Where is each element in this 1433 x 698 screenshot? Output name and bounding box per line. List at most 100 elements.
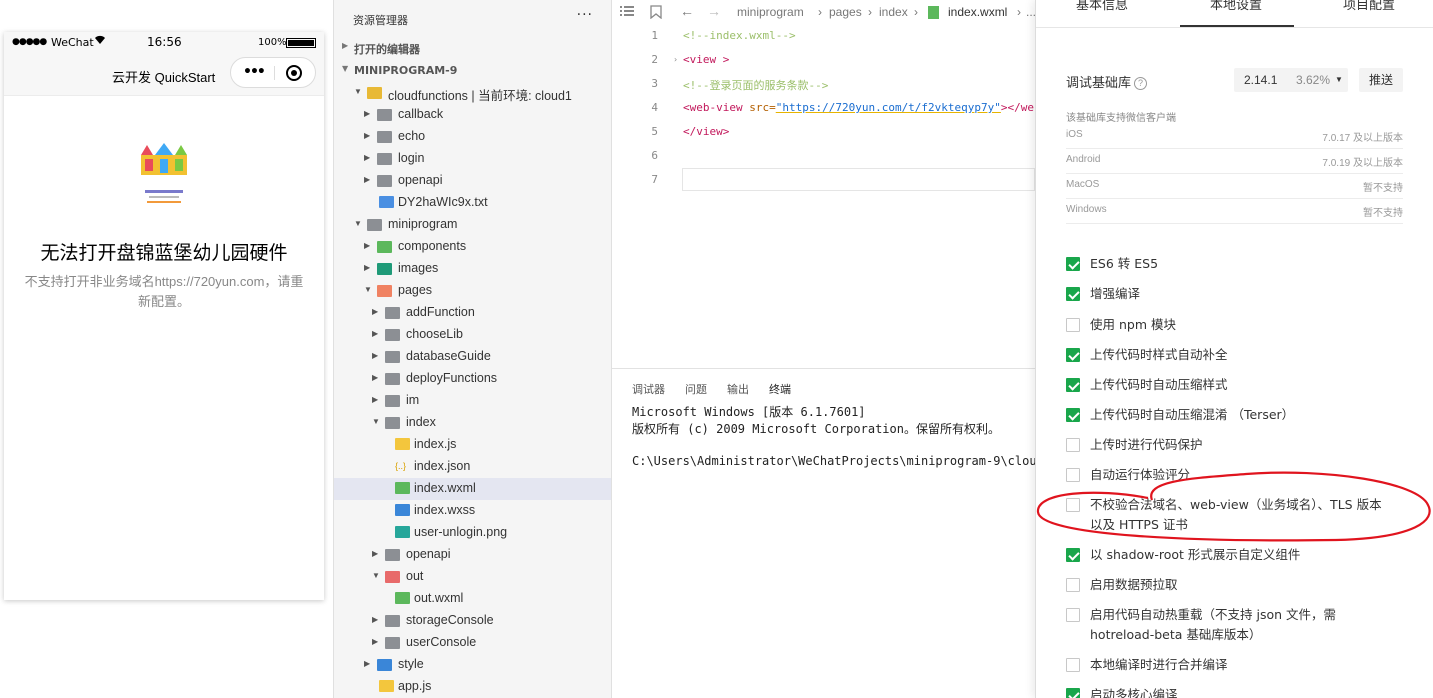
tree-folder[interactable]: ▶ databaseGuide bbox=[334, 346, 611, 368]
checkbox-checked[interactable] bbox=[1066, 688, 1080, 698]
breadcrumb-file[interactable]: index.wxml bbox=[948, 5, 1007, 19]
tree-file[interactable]: user-unlogin.png bbox=[334, 522, 611, 544]
tree-file[interactable]: index.wxml bbox=[334, 478, 611, 500]
tree-folder[interactable]: ▶ deployFunctions bbox=[334, 368, 611, 390]
base-library-select[interactable]: 2.14.1 3.62% ▼ bbox=[1234, 68, 1348, 92]
tree-folder[interactable]: ▶ images bbox=[334, 258, 611, 280]
tree-folder[interactable]: ▶ login bbox=[334, 148, 611, 170]
chevron-right-icon[interactable]: ▶ bbox=[372, 637, 378, 646]
breadcrumb-separator: › bbox=[868, 5, 872, 19]
open-editors-section[interactable]: ▶ 打开的编辑器 bbox=[334, 36, 611, 59]
chevron-down-icon[interactable]: ▼ bbox=[354, 87, 362, 96]
chevron-down-icon: ▼ bbox=[342, 64, 349, 73]
chevron-right-icon[interactable]: ▶ bbox=[364, 263, 370, 272]
checkbox-checked[interactable] bbox=[1066, 257, 1080, 271]
chevron-right-icon[interactable]: ▶ bbox=[372, 351, 378, 360]
tree-file[interactable]: {..} index.json bbox=[334, 456, 611, 478]
bookmark-icon[interactable] bbox=[650, 5, 662, 22]
tree-file[interactable]: index.wxss bbox=[334, 500, 611, 522]
breadcrumb-pages[interactable]: pages bbox=[829, 5, 862, 19]
checkbox-checked[interactable] bbox=[1066, 348, 1080, 362]
chevron-right-icon[interactable]: ▶ bbox=[372, 615, 378, 624]
breadcrumb-miniprogram[interactable]: miniprogram bbox=[737, 5, 804, 19]
explorer-more-icon[interactable]: ··· bbox=[577, 7, 593, 23]
checkbox-unchecked[interactable] bbox=[1066, 608, 1080, 622]
tree-folder[interactable]: ▶ openapi bbox=[334, 544, 611, 566]
help-icon[interactable]: ? bbox=[1134, 77, 1148, 90]
checkbox-unchecked[interactable] bbox=[1066, 578, 1080, 592]
tree-folder[interactable]: ▶ addFunction bbox=[334, 302, 611, 324]
push-button[interactable]: 推送 bbox=[1359, 68, 1403, 92]
checkbox-unchecked[interactable] bbox=[1066, 318, 1080, 332]
tree-folder[interactable]: ▶ userConsole bbox=[334, 632, 611, 654]
chevron-down-icon[interactable]: ▼ bbox=[364, 285, 372, 294]
chevron-right-icon[interactable]: ▶ bbox=[372, 307, 378, 316]
chevron-right-icon[interactable]: ▶ bbox=[364, 153, 370, 162]
tree-folder[interactable]: ▶ storageConsole bbox=[334, 610, 611, 632]
checkbox-checked[interactable] bbox=[1066, 548, 1080, 562]
tree-item-label: miniprogram bbox=[388, 217, 458, 231]
chevron-down-icon[interactable]: ▼ bbox=[372, 571, 380, 580]
tab-problems[interactable]: 问题 bbox=[685, 381, 707, 397]
checkbox-unchecked[interactable] bbox=[1066, 658, 1080, 672]
checkbox-checked[interactable] bbox=[1066, 378, 1080, 392]
option-label: 上传时进行代码保护 bbox=[1090, 437, 1203, 452]
chevron-right-icon[interactable]: ▶ bbox=[372, 549, 378, 558]
capsule-menu[interactable]: ••• bbox=[230, 57, 316, 88]
project-section[interactable]: ▼ MINIPROGRAM-9 bbox=[334, 59, 611, 82]
tab-project-config[interactable]: 项目配置 bbox=[1343, 0, 1395, 13]
tree-folder[interactable]: ▼ cloudfunctions | 当前环境: cloud1 bbox=[334, 82, 611, 104]
chevron-right-icon[interactable]: ▶ bbox=[364, 659, 370, 668]
tree-folder[interactable]: ▼ out bbox=[334, 566, 611, 588]
tab-output[interactable]: 输出 bbox=[727, 381, 749, 397]
chevron-right-icon[interactable]: ▶ bbox=[364, 241, 370, 250]
tree-folder[interactable]: ▼ index bbox=[334, 412, 611, 434]
tree-file[interactable]: app.js bbox=[334, 676, 611, 698]
tree-folder[interactable]: ▶ echo bbox=[334, 126, 611, 148]
code-token: <!--index.wxml--> bbox=[683, 29, 796, 42]
chevron-down-icon[interactable]: ▼ bbox=[354, 219, 362, 228]
tree-file[interactable]: index.js bbox=[334, 434, 611, 456]
explorer-header: 资源管理器 ··· bbox=[334, 0, 611, 36]
tab-basic-info[interactable]: 基本信息 bbox=[1076, 0, 1128, 13]
tree-folder[interactable]: ▶ chooseLib bbox=[334, 324, 611, 346]
checkbox-unchecked[interactable] bbox=[1066, 498, 1080, 512]
base-library-text: 调试基础库 bbox=[1066, 75, 1132, 90]
tab-local-settings[interactable]: 本地设置 bbox=[1210, 0, 1262, 13]
chevron-right-icon[interactable]: ▶ bbox=[372, 373, 378, 382]
back-arrow-icon[interactable]: ← bbox=[680, 3, 694, 19]
breadcrumb-index[interactable]: index bbox=[879, 5, 908, 19]
tree-folder[interactable]: ▼ miniprogram bbox=[334, 214, 611, 236]
checkbox-unchecked[interactable] bbox=[1066, 438, 1080, 452]
tree-folder[interactable]: ▶ components bbox=[334, 236, 611, 258]
checkbox-checked[interactable] bbox=[1066, 408, 1080, 422]
chevron-right-icon[interactable]: ▶ bbox=[364, 175, 370, 184]
forward-arrow-icon[interactable]: → bbox=[707, 3, 721, 19]
chevron-right-icon[interactable]: ▶ bbox=[372, 329, 378, 338]
tree-file[interactable]: out.wxml bbox=[334, 588, 611, 610]
more-dots-icon[interactable]: ••• bbox=[243, 64, 266, 80]
checkbox-checked[interactable] bbox=[1066, 287, 1080, 301]
chevron-right-icon[interactable]: ▶ bbox=[372, 395, 378, 404]
tab-debugger[interactable]: 调试器 bbox=[632, 381, 665, 397]
tree-folder[interactable]: ▶ callback bbox=[334, 104, 611, 126]
chevron-down-icon[interactable]: ▼ bbox=[372, 417, 380, 426]
carrier-label: WeChat bbox=[51, 36, 94, 49]
tree-folder[interactable]: ▶ im bbox=[334, 390, 611, 412]
terminal-line: Microsoft Windows [版本 6.1.7601] bbox=[632, 405, 866, 419]
list-icon[interactable] bbox=[620, 5, 634, 20]
option-label: 启动多核心编译 bbox=[1090, 687, 1178, 698]
chevron-right-icon[interactable]: ▶ bbox=[364, 131, 370, 140]
tree-folder[interactable]: ▶ openapi bbox=[334, 170, 611, 192]
line-number: 5 bbox=[651, 125, 658, 138]
tree-folder[interactable]: ▼ pages bbox=[334, 280, 611, 302]
fold-chevron-icon[interactable]: › bbox=[674, 55, 677, 64]
tree-folder[interactable]: ▶ style bbox=[334, 654, 611, 676]
tab-terminal[interactable]: 终端 bbox=[769, 381, 791, 397]
tree-file[interactable]: DY2haWIc9x.txt bbox=[334, 192, 611, 214]
chevron-right-icon[interactable]: ▶ bbox=[364, 109, 370, 118]
terminal-prompt[interactable]: C:\Users\Administrator\WeChatProjects\mi… bbox=[632, 454, 1051, 468]
tree-item-label: cloudfunctions | 当前环境: cloud1 bbox=[388, 89, 572, 103]
checkbox-unchecked[interactable] bbox=[1066, 468, 1080, 482]
close-target-icon[interactable] bbox=[286, 65, 302, 81]
